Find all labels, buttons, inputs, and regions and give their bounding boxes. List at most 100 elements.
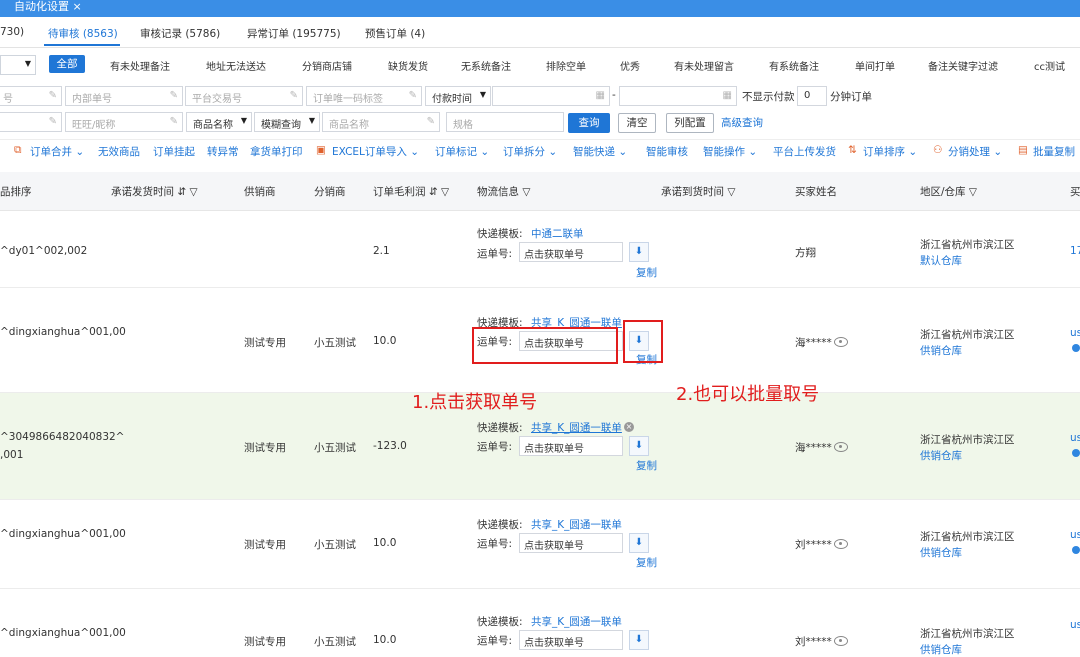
waybill-input[interactable]: 点击获取单号	[519, 436, 623, 456]
buyer-more-cell[interactable]: us	[1070, 432, 1080, 444]
col-sort[interactable]: 品排序	[0, 184, 32, 199]
filter-distributor-shop[interactable]: 分销商店铺	[302, 58, 352, 73]
filter-exclude-empty[interactable]: 排除空单	[546, 58, 586, 73]
filter-unprocessed-remark[interactable]: 有未处理备注	[110, 58, 170, 73]
eye-icon[interactable]	[834, 539, 848, 549]
filter-all-button[interactable]: 全部	[49, 55, 85, 73]
template-link[interactable]: 共享_K_圆通一联单	[531, 517, 622, 532]
tab-review-records[interactable]: 审核记录 (5786)	[140, 26, 220, 41]
tab-abnormal-orders[interactable]: 异常订单 (195775)	[247, 26, 341, 41]
col-gross-profit[interactable]: 订单毛利润 ⇵ ▽	[373, 184, 449, 199]
waybill-placeholder: 点击获取单号	[524, 638, 584, 649]
top-tab[interactable]: 自动化设置 ×	[10, 0, 86, 17]
order-hold-button[interactable]: 订单挂起	[153, 144, 195, 159]
col-logistics[interactable]: 物流信息 ▽	[477, 184, 530, 199]
edit-icon: ✎	[426, 116, 435, 127]
filter-unprocessed-message[interactable]: 有未处理留言	[674, 58, 734, 73]
order-sort-button[interactable]: 订单排序 ⌄	[863, 144, 917, 159]
warehouse-cell[interactable]: 供销仓库	[920, 642, 962, 657]
search-input-left[interactable]: ✎	[0, 112, 62, 132]
waybill-input[interactable]: 点击获取单号	[519, 242, 623, 262]
tab-presale-orders[interactable]: 预售订单 (4)	[365, 26, 425, 41]
platform-trade-input[interactable]: 平台交易号 ✎	[185, 86, 303, 106]
filter-address-unreachable[interactable]: 地址无法送达	[206, 58, 266, 73]
filter-out-of-stock-ship[interactable]: 缺货发货	[388, 58, 428, 73]
pick-list-print-button[interactable]: 拿货单打印	[250, 144, 303, 159]
to-abnormal-button[interactable]: 转异常	[207, 144, 239, 159]
filter-no-system-remark[interactable]: 无系统备注	[461, 58, 511, 73]
filter-has-system-remark[interactable]: 有系统备注	[769, 58, 819, 73]
distribution-process-button[interactable]: 分销处理 ⌄	[948, 144, 1002, 159]
copy-link[interactable]: 复制	[636, 265, 657, 280]
col-promised-arrival[interactable]: 承诺到货时间 ▽	[661, 184, 735, 199]
fetch-waybill-button[interactable]: ⬇	[629, 630, 649, 650]
table-row[interactable]: ^3049866482040832^ ,001 测试专用 小五测试 -123.0…	[0, 393, 1080, 500]
eye-icon[interactable]	[834, 636, 848, 646]
tab-all[interactable]: 730)	[0, 26, 24, 38]
fuzzy-query-select[interactable]: 模糊查询 ▼	[254, 112, 320, 132]
minutes-input[interactable]: 0	[797, 86, 827, 106]
smart-review-button[interactable]: 智能审核	[646, 144, 688, 159]
waybill-input[interactable]: 点击获取单号	[519, 630, 623, 650]
buyer-more-cell[interactable]: us	[1070, 619, 1080, 631]
internal-order-input[interactable]: 内部单号 ✎	[65, 86, 183, 106]
pay-time-select[interactable]: 付款时间 ▼	[425, 86, 491, 106]
copy-link[interactable]: 复制	[636, 555, 657, 570]
invalid-product-button[interactable]: 无效商品	[98, 144, 140, 159]
tab-pending-review[interactable]: 待审核 (8563)	[48, 26, 118, 41]
unique-code-input[interactable]: 订单唯一码标签 ✎	[306, 86, 422, 106]
order-number-input[interactable]: 号 ✎	[0, 86, 62, 106]
shop-select[interactable]: ▼	[0, 55, 36, 75]
product-name-input[interactable]: 商品名称 ✎	[322, 112, 440, 132]
table-row[interactable]: ^dingxianghua^001,00 测试专用 小五测试 10.0 快递模板…	[0, 500, 1080, 589]
warehouse-cell[interactable]: 供销仓库	[920, 545, 962, 560]
filter-excellent[interactable]: 优秀	[620, 58, 640, 73]
clear-template-icon[interactable]: ×	[624, 422, 634, 432]
template-link[interactable]: 中通二联单	[531, 226, 584, 241]
smart-operation-button[interactable]: 智能操作 ⌄	[703, 144, 757, 159]
buyer-more-cell[interactable]: us	[1070, 529, 1080, 541]
excel-import-button[interactable]: EXCEL订单导入 ⌄	[332, 144, 419, 159]
platform-upload-button[interactable]: 平台上传发货	[773, 144, 836, 159]
end-date-input[interactable]: ▦	[619, 86, 737, 106]
col-region-warehouse[interactable]: 地区/仓库 ▽	[920, 184, 977, 199]
start-date-input[interactable]: ▦	[492, 86, 610, 106]
filter-single-print[interactable]: 单间打单	[855, 58, 895, 73]
advanced-search-link[interactable]: 高级查询	[721, 115, 763, 130]
clear-button[interactable]: 清空	[618, 113, 656, 133]
batch-copy-button[interactable]: 批量复制	[1033, 144, 1075, 159]
warehouse-cell[interactable]: 供销仓库	[920, 343, 962, 358]
region-cell: 浙江省杭州市滨江区	[920, 329, 1015, 341]
order-merge-button[interactable]: 订单合并 ⌄	[30, 144, 84, 159]
order-split-button[interactable]: 订单拆分 ⌄	[503, 144, 557, 159]
buyer-more-cell[interactable]: us	[1070, 327, 1080, 339]
spec-input[interactable]: 规格	[446, 112, 564, 132]
query-button[interactable]: 查询	[568, 113, 610, 133]
col-supplier: 供销商	[244, 186, 276, 198]
waybill-input[interactable]: 点击获取单号	[519, 533, 623, 553]
order-mark-button[interactable]: 订单标记 ⌄	[435, 144, 489, 159]
template-link[interactable]: 共享_K_圆通一联单	[531, 614, 622, 629]
fetch-waybill-button[interactable]: ⬇	[629, 436, 649, 456]
waybill-placeholder: 点击获取单号	[524, 444, 584, 455]
column-config-button[interactable]: 列配置	[666, 113, 714, 133]
fetch-waybill-button[interactable]: ⬇	[629, 533, 649, 553]
fetch-waybill-button[interactable]: ⬇	[629, 242, 649, 262]
warehouse-cell[interactable]: 供销仓库	[920, 448, 962, 463]
smart-express-button[interactable]: 智能快递 ⌄	[573, 144, 627, 159]
product-name-select[interactable]: 商品名称 ▼	[186, 112, 252, 132]
table-row[interactable]: ^dy01^002,002 2.1 快递模板: 中通二联单 运单号: 点击获取单…	[0, 215, 1080, 288]
filter-remark-keyword[interactable]: 备注关键字过滤	[928, 58, 998, 73]
filter-cc-test[interactable]: cc测试	[1034, 58, 1065, 73]
table-row[interactable]: ^dingxianghua^001,00 测试专用 小五测试 10.0 快递模板…	[0, 589, 1080, 657]
profit-cell: 2.1	[373, 245, 390, 257]
buyer-more-cell[interactable]: 17	[1070, 245, 1080, 257]
wangwang-input[interactable]: 旺旺/昵称 ✎	[65, 112, 183, 132]
profit-cell: -123.0	[373, 440, 407, 452]
warehouse-cell[interactable]: 默认仓库	[920, 253, 962, 268]
eye-icon[interactable]	[834, 337, 848, 347]
template-link[interactable]: 共享_K_圆通一联单	[531, 420, 622, 435]
eye-icon[interactable]	[834, 442, 848, 452]
copy-link[interactable]: 复制	[636, 458, 657, 473]
col-promised-ship-time[interactable]: 承诺发货时间 ⇵ ▽	[111, 184, 198, 199]
